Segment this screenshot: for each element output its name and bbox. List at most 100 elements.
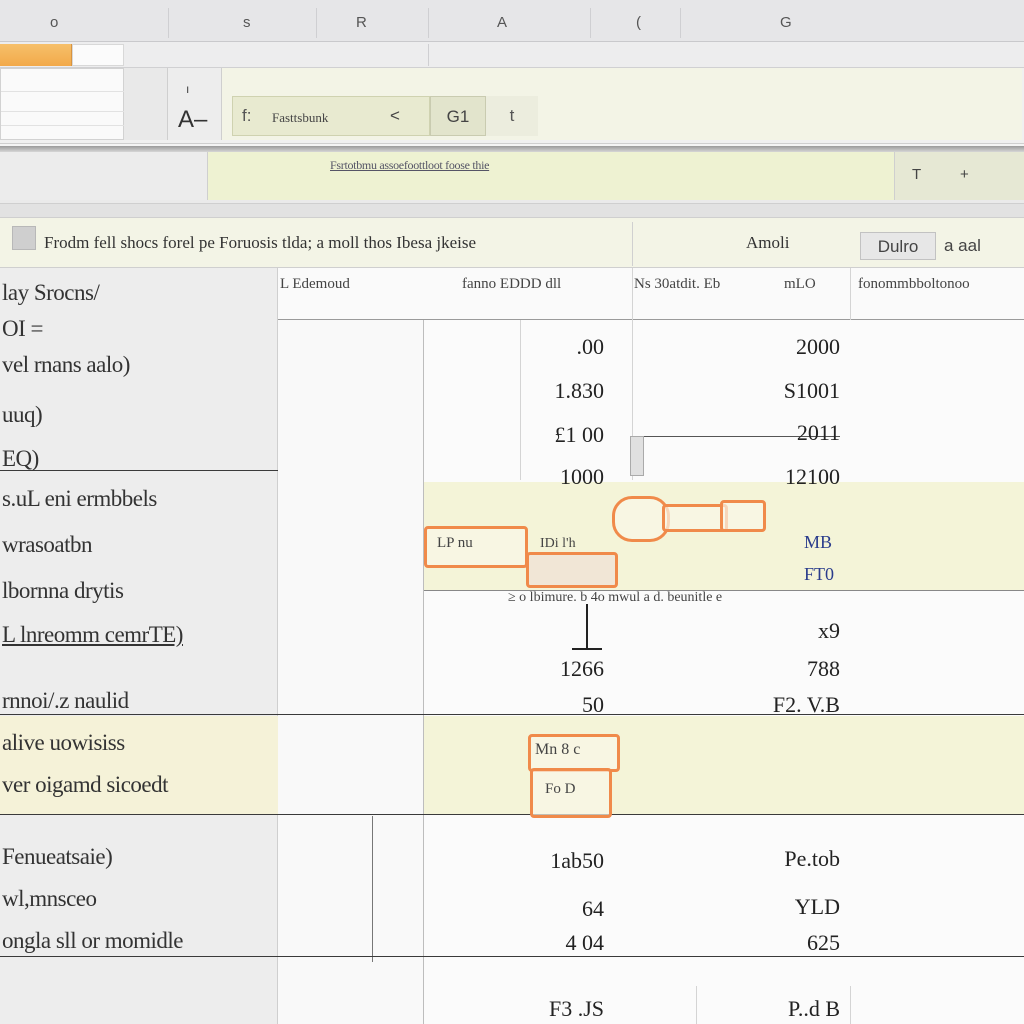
cursor-marker: [586, 604, 588, 650]
divider: [1, 111, 125, 112]
highlight-outline[interactable]: Fo D: [530, 768, 612, 818]
cell-value[interactable]: F2. V.B: [720, 692, 840, 718]
cell-value[interactable]: 2011: [720, 420, 840, 446]
cell-value[interactable]: F3 .JS: [484, 996, 604, 1022]
cell-value[interactable]: S1001: [720, 378, 840, 404]
column-header[interactable]: s: [243, 14, 251, 31]
row-label[interactable]: L lnreomm cemrTE): [2, 622, 183, 648]
info-amount-label: Amoli: [746, 233, 790, 252]
table-header[interactable]: fonommbboltonoo: [858, 276, 970, 293]
row-label: alive uowisiss: [2, 730, 125, 755]
column-divider: [696, 986, 697, 1024]
scroll-handle[interactable]: [630, 436, 644, 476]
column-divider: [372, 816, 373, 962]
cell-value[interactable]: 1000: [484, 464, 604, 490]
toolbar-link[interactable]: Fsrtotbmu assoefoottloot foose thie: [330, 158, 489, 173]
row-label: EQ): [2, 446, 39, 471]
row-label: vel rnans aalo): [2, 352, 130, 377]
cell-value[interactable]: 64: [484, 896, 604, 922]
cell-value[interactable]: Pe.tob: [720, 846, 840, 872]
column-header[interactable]: R: [356, 14, 367, 31]
cell[interactable]: [72, 44, 124, 66]
highlight-label: LP nu: [437, 535, 473, 551]
cursor-marker: [572, 648, 602, 650]
table-header[interactable]: mLO: [784, 276, 816, 293]
column-divider: [590, 8, 591, 38]
table-header[interactable]: fanno EDDD dll: [462, 276, 561, 293]
row-strip: [0, 42, 1024, 68]
cell-value[interactable]: 625: [720, 930, 840, 956]
info-action-button[interactable]: Dulro: [860, 232, 936, 260]
arrow-left-icon[interactable]: <: [390, 106, 400, 126]
table-header[interactable]: L Edemoud: [280, 276, 350, 293]
column-divider: [428, 8, 429, 38]
cell-value[interactable]: 1ab50: [484, 848, 604, 874]
cell-value[interactable]: P..d B: [720, 996, 840, 1022]
row-label: ongla sll or momidle: [2, 928, 184, 953]
info-checkbox[interactable]: [12, 226, 36, 250]
name-box[interactable]: [0, 68, 125, 140]
cell-value[interactable]: 788: [720, 656, 840, 682]
row-divider: [0, 470, 278, 471]
row-label: wl,mnsceo: [2, 886, 97, 911]
selected-cell[interactable]: [0, 44, 72, 66]
name-box-dropdown[interactable]: [124, 68, 168, 140]
table-header-row: L Edemoud fanno EDDD dll Ns 30atdit. Eb …: [278, 268, 1024, 320]
function-label: A–: [178, 106, 208, 133]
cell-value[interactable]: 1.830: [484, 378, 605, 404]
highlight-outline[interactable]: [662, 504, 728, 532]
row-divider: [0, 956, 1024, 957]
divider: [632, 222, 633, 266]
cell-value[interactable]: 1266: [484, 656, 604, 682]
column-divider: [850, 268, 851, 320]
column-divider: [168, 8, 169, 38]
info-message: Frodm fell shocs forel pe Foruosis tlda;…: [44, 233, 477, 252]
pin-icon[interactable]: T: [912, 166, 921, 183]
column-header[interactable]: o: [50, 14, 58, 31]
info-extra-text[interactable]: a aal: [944, 236, 981, 256]
cell-value[interactable]: 50: [484, 692, 604, 718]
row-divider: [0, 814, 1024, 815]
row-label: ver oigamd sicoedt: [2, 772, 169, 797]
column-divider: [316, 8, 317, 38]
tick-mark: ı: [186, 82, 190, 96]
highlight-label: FT0: [804, 564, 835, 584]
highlight-outline[interactable]: [526, 552, 618, 588]
highlight-outline[interactable]: [720, 500, 766, 532]
highlight-label: IDi l'h: [540, 536, 576, 551]
cell-value[interactable]: .00: [484, 334, 605, 360]
highlight-label: Mn 8 c: [535, 741, 581, 758]
split-button[interactable]: t: [486, 96, 538, 136]
grid-button[interactable]: G1: [430, 96, 486, 136]
cell-value[interactable]: 4 04: [484, 930, 605, 956]
sub-row-text: ≥ o lbimure. b 4o mwul a d. beunitle e: [508, 590, 723, 605]
toolbar-input-area[interactable]: [208, 152, 894, 200]
cell-value[interactable]: YLD: [720, 894, 840, 920]
row-label: lay Srocns/: [2, 280, 100, 305]
row-label: OI =: [2, 316, 44, 341]
row-label: lbornna drytis: [2, 578, 124, 603]
column-header[interactable]: (: [636, 14, 641, 31]
row-label: rnnoi/.z naulid: [2, 688, 129, 713]
toolbar-left-panel: [0, 152, 208, 200]
column-header[interactable]: G: [780, 14, 792, 31]
highlight-label: Fo D: [545, 781, 576, 797]
row-label: s.uL eni ermbbels: [2, 486, 157, 511]
cell-value[interactable]: 12100: [720, 464, 840, 490]
middle-column: [278, 268, 424, 1024]
cell-value[interactable]: x9: [720, 618, 840, 644]
highlight-outline[interactable]: LP nu: [424, 526, 528, 568]
row-label: wrasoatbn: [2, 532, 93, 557]
column-header-bar: o s R A ( G: [0, 0, 1024, 42]
cell-value[interactable]: 2000: [720, 334, 840, 360]
add-icon[interactable]: +: [960, 166, 969, 183]
column-divider: [850, 986, 851, 1024]
divider: [428, 44, 429, 66]
cell-value[interactable]: £1 00: [484, 422, 605, 448]
highlight-outline[interactable]: Mn 8 c: [528, 734, 620, 772]
format-icon: f:: [242, 106, 252, 125]
divider: [0, 204, 1024, 218]
format-box[interactable]: [232, 96, 430, 136]
column-header[interactable]: A: [497, 14, 507, 31]
table-header[interactable]: Ns 30atdit. Eb: [634, 276, 720, 293]
